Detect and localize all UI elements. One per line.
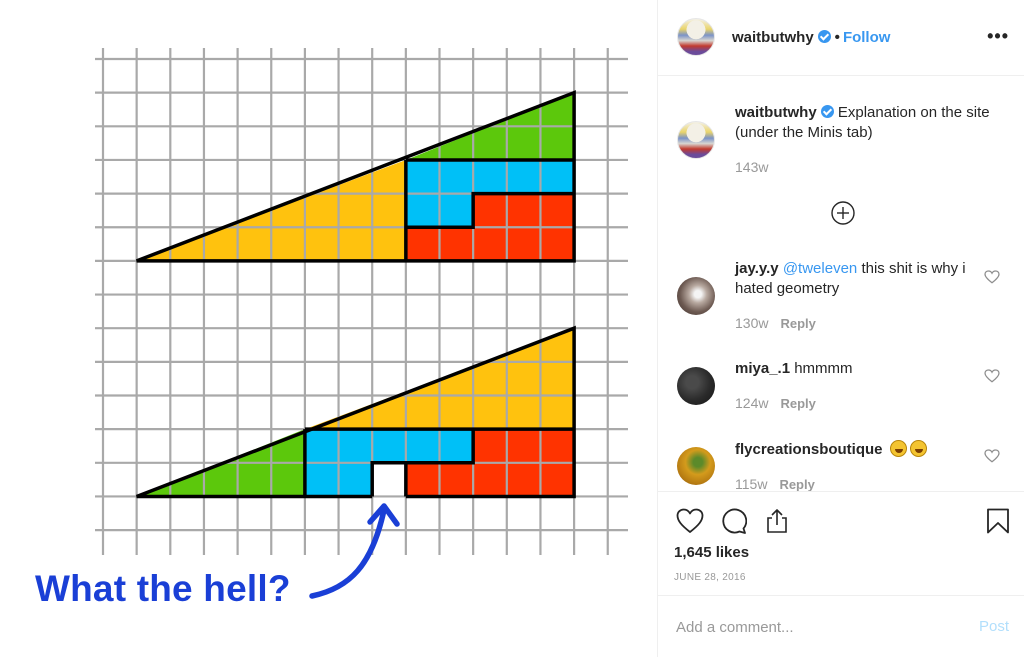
like-comment-heart-icon[interactable] <box>984 270 1000 284</box>
verified-badge-icon <box>820 105 834 118</box>
caption-username[interactable]: waitbutwhy <box>735 104 817 121</box>
more-options-icon[interactable]: ••• <box>987 26 1009 47</box>
post-image: What the hell? <box>0 0 657 657</box>
comment-text: flycreationsboutique <box>735 440 995 460</box>
comment-username[interactable]: miya_.1 <box>735 360 790 377</box>
reply-button[interactable]: Reply <box>780 396 815 411</box>
comment-body: hmmmm <box>794 360 853 377</box>
reply-button[interactable]: Reply <box>780 316 815 331</box>
commenter-avatar[interactable] <box>677 277 715 315</box>
image-annotation-text: What the hell? <box>35 568 291 609</box>
comment-meta: 124w Reply <box>735 395 816 411</box>
follow-button[interactable]: Follow <box>843 29 891 46</box>
add-comment-bar: Post <box>658 597 1024 657</box>
comment-age[interactable]: 115w <box>735 476 767 491</box>
rolling-laughing-emoji-icon <box>889 440 907 457</box>
caption-text: waitbutwhy Explanation on the site (unde… <box>735 103 1005 143</box>
caption-age[interactable]: 143w <box>735 159 768 175</box>
comment-age[interactable]: 124w <box>735 395 768 411</box>
comment-age[interactable]: 130w <box>735 315 768 331</box>
comment-meta: 130w Reply <box>735 315 816 331</box>
author-avatar[interactable] <box>677 18 715 56</box>
commenter-avatar[interactable] <box>677 447 715 485</box>
post-side-panel: waitbutwhy • Follow ••• waitbutwhy Explana… <box>657 0 1024 657</box>
author-avatar[interactable] <box>677 121 715 159</box>
heart-icon[interactable] <box>676 507 704 535</box>
like-comment-heart-icon[interactable] <box>984 369 1000 383</box>
author-username[interactable]: waitbutwhy <box>732 29 814 46</box>
bookmark-icon[interactable] <box>984 507 1012 535</box>
commenter-avatar[interactable] <box>677 367 715 405</box>
post-date[interactable]: JUNE 28, 2016 <box>674 572 746 583</box>
comment-username[interactable]: jay.y.y <box>735 260 779 277</box>
comment-text: miya_.1 hmmmm <box>735 359 985 379</box>
share-icon[interactable] <box>763 507 791 535</box>
comment-text: jay.y.y @tweleven this shit is why i hat… <box>735 259 985 299</box>
plus-circle-icon[interactable] <box>830 200 856 226</box>
likes-count[interactable]: 1,645 likes <box>674 544 749 561</box>
like-comment-heart-icon[interactable] <box>984 449 1000 463</box>
author-info: waitbutwhy • Follow <box>732 29 890 46</box>
verified-badge-icon <box>817 30 831 43</box>
comment-mention[interactable]: @tweleven <box>783 260 857 277</box>
rolling-laughing-emoji-icon <box>909 440 927 457</box>
reply-button[interactable]: Reply <box>779 477 814 491</box>
post-actions: 1,645 likes JUNE 28, 2016 <box>658 493 1024 596</box>
comment-username[interactable]: flycreationsboutique <box>735 441 883 458</box>
comment-icon[interactable] <box>719 507 747 535</box>
separator: • <box>834 29 840 46</box>
comments-list[interactable]: waitbutwhy Explanation on the site (unde… <box>658 77 1024 492</box>
missing-square-puzzle <box>95 48 628 599</box>
post-header: waitbutwhy • Follow ••• <box>658 0 1024 76</box>
comment-meta: 115w Reply <box>735 476 815 491</box>
post-comment-button[interactable]: Post <box>979 618 1009 635</box>
comment-input[interactable] <box>676 615 956 639</box>
